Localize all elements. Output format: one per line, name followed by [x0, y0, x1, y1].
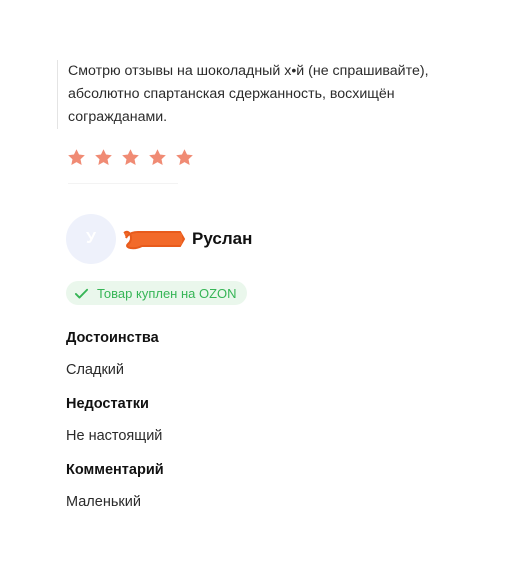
avatar[interactable]: У — [66, 214, 116, 264]
purchase-badge: Товар куплен на OZON — [66, 281, 247, 305]
star-rating — [66, 147, 195, 168]
star-icon — [122, 149, 139, 165]
user-name[interactable]: Руслан — [192, 229, 252, 249]
star-icon — [68, 149, 85, 165]
review-author: У Руслан — [66, 214, 446, 264]
section-comment: Комментарий Маленький — [66, 460, 446, 512]
redaction-scribble — [123, 230, 186, 250]
section-title: Комментарий — [66, 461, 164, 478]
review-card: У Руслан Товар куплен на OZON Достоинств… — [66, 214, 446, 512]
star-icon — [176, 149, 193, 165]
section-value: Сладкий — [66, 361, 124, 378]
section-pros: Достоинства Сладкий — [66, 328, 446, 380]
section-title: Достоинства — [66, 329, 159, 346]
divider — [68, 183, 178, 184]
purchase-badge-label: Товар куплен на OZON — [97, 285, 237, 301]
section-value: Маленький — [66, 493, 141, 510]
star-icon — [149, 149, 166, 165]
check-icon — [74, 288, 89, 298]
post-text: Смотрю отзывы на шоколадный х•й (не спра… — [57, 60, 488, 129]
star-icon — [95, 149, 112, 165]
section-cons: Недостатки Не настоящий — [66, 394, 446, 446]
author-name-wrap: Руслан — [120, 224, 252, 254]
section-value: Не настоящий — [66, 427, 163, 444]
section-title: Недостатки — [66, 395, 149, 412]
